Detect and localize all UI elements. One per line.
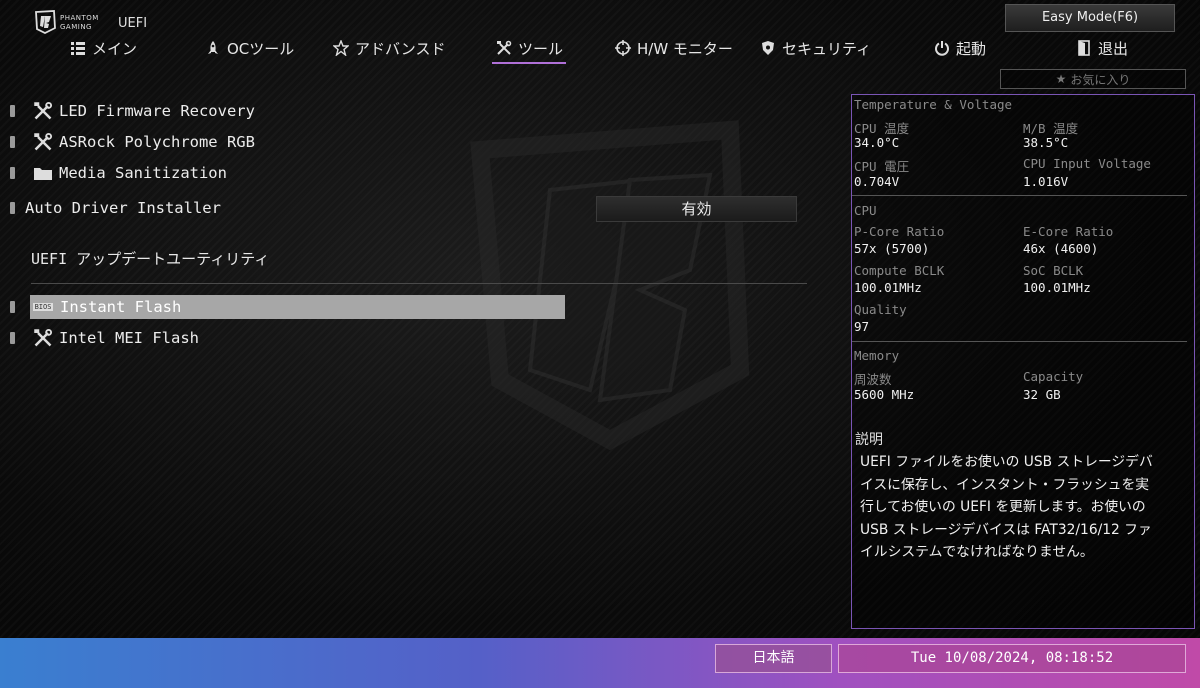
bullet <box>10 136 15 148</box>
tab-label: 退出 <box>1098 39 1129 58</box>
hardware-monitor-panel: Temperature & Voltage CPU 温度 34.0°C M/B … <box>851 94 1195 629</box>
menu-item-intel-mei-flash[interactable]: Intel MEI Flash <box>10 325 199 351</box>
crosshair-icon <box>615 40 631 56</box>
menu-item-asrock-polychrome-rgb[interactable]: ASRock Polychrome RGB <box>10 129 255 155</box>
star-icon <box>333 40 349 56</box>
soc-bclk-value: 100.01MHz <box>1023 280 1091 295</box>
quality-value: 97 <box>854 319 870 334</box>
bios-chip-icon: BIOS <box>30 301 56 313</box>
star-icon: ★ <box>1055 72 1067 86</box>
menu-item-label: Auto Driver Installer <box>25 199 221 217</box>
section-title-uefi-update: UEFI アップデートユーティリティ <box>31 250 270 268</box>
memory-heading: Memory <box>854 348 900 363</box>
soc-bclk-label: SoC BCLK <box>1023 263 1084 278</box>
tools-icon <box>33 328 53 348</box>
cpu-heading: CPU <box>854 203 877 218</box>
favorite-button[interactable]: ★ お気に入り <box>1000 69 1186 89</box>
brand-logo: PHANTOM GAMING UEFI <box>34 10 154 36</box>
list-icon <box>71 42 85 55</box>
quality-label: Quality <box>854 302 907 317</box>
easy-mode-button[interactable]: Easy Mode(F6) <box>1005 4 1175 32</box>
tools-icon <box>33 132 53 152</box>
pcore-ratio-value: 57x (5700) <box>854 241 930 256</box>
tab-hw-monitor[interactable]: H/W モニター <box>615 36 733 60</box>
memory-capacity-value: 32 GB <box>1023 387 1061 402</box>
uefi-label: UEFI <box>118 16 148 31</box>
compute-bclk-value: 100.01MHz <box>854 280 922 295</box>
menu-item-instant-flash[interactable]: BIOS Instant Flash <box>30 295 565 319</box>
section-divider <box>31 283 807 284</box>
language-button[interactable]: 日本語 <box>715 644 832 673</box>
exit-door-icon <box>1078 40 1090 56</box>
cpu-voltage-label: CPU 電圧 <box>854 159 910 174</box>
cpu-voltage-value: 0.704V <box>854 174 900 189</box>
tools-icon <box>33 101 53 121</box>
ecore-ratio-label: E-Core Ratio <box>1023 224 1114 239</box>
bullet <box>10 105 15 117</box>
menu-item-label: Instant Flash <box>60 298 182 316</box>
temperature-voltage-heading: Temperature & Voltage <box>854 97 1013 112</box>
folder-icon <box>33 163 53 183</box>
memory-capacity-label: Capacity <box>1023 369 1084 384</box>
bullet <box>10 167 15 179</box>
favorite-label: お気に入り <box>1070 72 1131 87</box>
memory-frequency-label: 周波数 <box>854 372 892 387</box>
tab-main[interactable]: メイン <box>70 36 137 60</box>
phantom-gaming-logo-icon <box>35 10 56 34</box>
rocket-icon <box>208 41 218 54</box>
cpu-input-voltage-label: CPU Input Voltage <box>1023 156 1151 171</box>
tab-label: ツール <box>518 39 564 58</box>
menu-item-auto-driver-installer[interactable]: Auto Driver Installer <box>10 195 221 221</box>
bullet <box>10 301 15 313</box>
tools-icon <box>497 40 512 55</box>
brand-text-phantom: PHANTOM <box>60 14 99 22</box>
description-heading: 説明 <box>855 432 883 448</box>
tab-exit[interactable]: 退出 <box>1076 36 1128 60</box>
mb-temp-value: 38.5°C <box>1023 135 1069 150</box>
menu-item-label: ASRock Polychrome RGB <box>59 133 255 151</box>
tab-label: H/W モニター <box>637 39 733 58</box>
tab-oc-tweaker[interactable]: OCツール <box>205 36 294 60</box>
cpu-temp-value: 34.0°C <box>854 135 900 150</box>
tab-label: アドバンスド <box>355 39 446 58</box>
cpu-input-voltage-value: 1.016V <box>1023 174 1069 189</box>
ecore-ratio-value: 46x (4600) <box>1023 241 1099 256</box>
tab-advanced[interactable]: アドバンスド <box>333 36 445 60</box>
tab-label: 起動 <box>956 39 987 58</box>
watermark-logo <box>470 120 750 450</box>
bullet <box>10 202 15 214</box>
compute-bclk-label: Compute BCLK <box>854 263 945 278</box>
panel-divider <box>852 195 1187 196</box>
menu-item-label: Media Sanitization <box>59 164 227 182</box>
menu-item-label: Intel MEI Flash <box>59 329 199 347</box>
power-icon <box>935 41 949 56</box>
bullet <box>10 332 15 344</box>
tab-security[interactable]: セキュリティ <box>760 36 871 60</box>
bios-icon-text: BIOS <box>32 303 54 311</box>
brand-text-gaming: GAMING <box>60 23 92 31</box>
active-tab-indicator <box>492 62 566 64</box>
tab-label: セキュリティ <box>782 39 872 58</box>
tab-boot[interactable]: 起動 <box>934 36 986 60</box>
panel-divider <box>852 341 1187 342</box>
memory-frequency-value: 5600 MHz <box>854 387 915 402</box>
tab-label: OCツール <box>227 39 295 58</box>
menu-item-led-firmware-recovery[interactable]: LED Firmware Recovery <box>10 98 255 124</box>
auto-driver-installer-dropdown[interactable]: 有効 <box>596 196 797 222</box>
menu-item-media-sanitization[interactable]: Media Sanitization <box>10 160 227 186</box>
tab-tool[interactable]: ツール <box>496 36 563 60</box>
description-text: UEFI ファイルをお使いの USB ストレージデバイスに保存し、インスタント・… <box>860 454 1153 560</box>
menu-item-label: LED Firmware Recovery <box>59 102 255 120</box>
pcore-ratio-label: P-Core Ratio <box>854 224 945 239</box>
shield-icon <box>762 41 774 55</box>
tab-label: メイン <box>92 39 138 58</box>
datetime-display[interactable]: Tue 10/08/2024, 08:18:52 <box>838 644 1186 673</box>
